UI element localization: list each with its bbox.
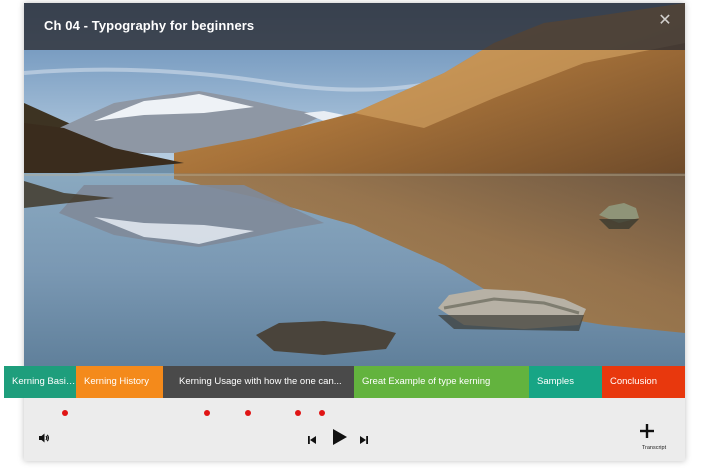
chapter-label: Kerning Usage with how the one can... [179,376,342,387]
skip-next-icon[interactable] [359,432,369,450]
chapter-item-great-example[interactable]: Great Example of type kerning [354,366,529,398]
chapter-label: Conclusion [610,376,657,387]
video-frame[interactable]: Ch 04 - Typography for beginners ✕ [24,3,685,369]
playback-controls: Transcript [24,424,685,458]
chapter-item-conclusion[interactable]: Conclusion [602,366,685,398]
chapter-label: Great Example of type kerning [362,376,491,387]
video-landscape-image [24,3,685,369]
skip-previous-icon[interactable] [307,432,317,450]
chapter-label: Kerning History [84,376,149,387]
chapter-item-samples[interactable]: Samples [529,366,602,398]
plus-icon[interactable] [640,424,654,443]
chapter-marker[interactable] [319,410,325,416]
volume-icon[interactable] [38,431,50,449]
chapter-marker[interactable] [204,410,210,416]
chapter-markers [24,400,685,426]
chapter-item-kerning-history[interactable]: Kerning History [76,366,163,398]
chapter-label: Samples [537,376,574,387]
chapter-bar: Kerning Basic... Kerning History Kerning… [4,366,685,398]
chapter-item-kerning-usage[interactable]: Kerning Usage with how the one can... [163,366,354,398]
chapter-marker[interactable] [62,410,68,416]
chapter-marker[interactable] [245,410,251,416]
chapter-marker[interactable] [295,410,301,416]
play-icon[interactable] [332,428,348,451]
transcript-label[interactable]: Transcript [634,445,674,451]
chapter-item-kerning-basics[interactable]: Kerning Basic... [4,366,76,398]
chapter-label: Kerning Basic... [12,376,76,387]
close-icon[interactable]: ✕ [657,13,673,29]
video-header-bar: Ch 04 - Typography for beginners ✕ [24,3,685,50]
video-title: Ch 04 - Typography for beginners [44,18,255,33]
